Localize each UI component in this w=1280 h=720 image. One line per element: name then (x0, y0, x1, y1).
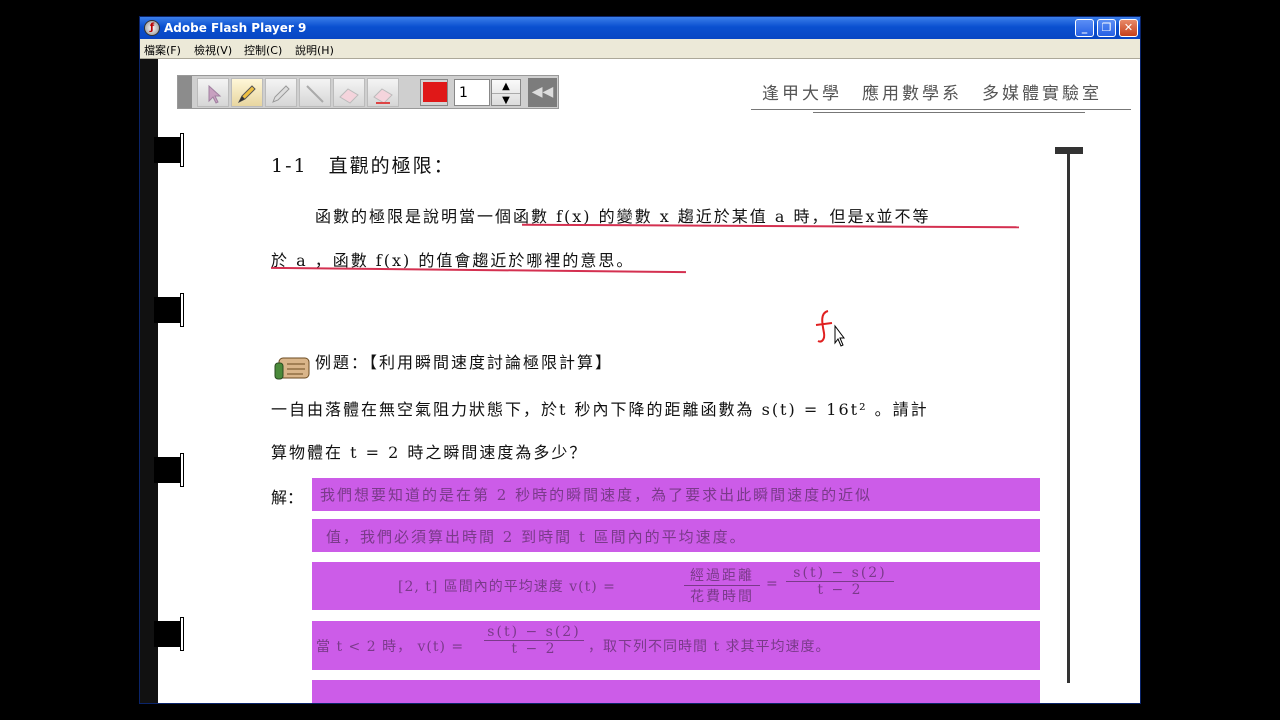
fraction-denominator: 花費時間 (690, 589, 754, 605)
solution-line: 值，我們必須算出時間 2 到時間 t 區間內的平均速度。 (326, 528, 747, 546)
pointer-tool-button[interactable] (197, 78, 229, 107)
solution-highlight: [2, t] 區間內的平均速度 v(t) = 經過距離 花費時間 = s(t) … (312, 562, 1040, 610)
fraction-numerator: 經過距離 (684, 565, 760, 586)
title-bar[interactable]: ƒ Adobe Flash Player 9 _ ❐ ✕ (140, 17, 1140, 39)
header-rule (751, 109, 1131, 110)
header-rule (813, 112, 1085, 113)
clear-eraser-icon (373, 88, 393, 104)
problem-line: 一自由落體在無空氣阻力狀態下，於t 秒內下降的距離函數為 s(t) = 16t²… (271, 400, 929, 419)
line-icon (306, 85, 324, 103)
handwritten-ink (815, 310, 845, 347)
avg-velocity-prefix: [2, t] 區間內的平均速度 v(t) = (398, 579, 616, 595)
fraction-numerator: s(t) − s(2) (786, 565, 894, 582)
flash-player-window: ƒ Adobe Flash Player 9 _ ❐ ✕ 檔案(F) 檢視(V)… (139, 16, 1141, 704)
clear-eraser-tool-button[interactable] (367, 78, 399, 107)
window-title: Adobe Flash Player 9 (164, 21, 307, 35)
binder-ring (154, 617, 184, 651)
when-prefix: 當 t < 2 時， v(t) = (316, 639, 465, 655)
fraction-distance-over-time: 經過距離 花費時間 (684, 565, 760, 606)
menu-control[interactable]: 控制(C) (244, 42, 282, 58)
restore-button[interactable]: ❐ (1097, 19, 1116, 37)
pen-size-input[interactable] (454, 79, 490, 106)
solution-highlight (312, 680, 1040, 703)
pointer-icon (208, 84, 222, 104)
scroll-icon (274, 357, 310, 380)
fraction-difference-quotient: s(t) − s(2) t − 2 (786, 565, 894, 598)
stepper-down-icon[interactable]: ▼ (492, 92, 520, 106)
toolbar-grip (178, 76, 192, 108)
pencil-tool-button[interactable] (231, 78, 263, 107)
equals-sign: = (766, 576, 780, 592)
stepper-up-icon[interactable]: ▲ (492, 80, 520, 93)
header-institution: 逢甲大學 應用數學系 多媒體實驗室 (762, 84, 1102, 104)
fraction-difference-quotient: s(t) − s(2) t − 2 (484, 624, 584, 657)
eraser-tool-button[interactable] (333, 78, 365, 107)
section-title: 1-1 直觀的極限： (271, 155, 455, 177)
drawing-toolbar: ▲ ▼ ◀◀ (177, 75, 559, 109)
fraction-denominator: t − 2 (511, 641, 557, 657)
menu-view[interactable]: 檢視(V) (194, 42, 232, 58)
binder-ring (154, 453, 184, 487)
menu-bar: 檔案(F) 檢視(V) 控制(C) 說明(H) (140, 39, 1140, 59)
pen-color-picker[interactable] (420, 79, 448, 106)
problem-line: 算物體在 t = 2 時之瞬間速度為多少？ (271, 443, 588, 462)
solution-line: 我們想要知道的是在第 2 秒時的瞬間速度，為了要求出此瞬間速度的近似 (320, 486, 873, 504)
highlighter-tool-button[interactable] (265, 78, 297, 107)
menu-file[interactable]: 檔案(F) (144, 42, 181, 58)
line-tool-button[interactable] (299, 78, 331, 107)
solution-highlight: 值，我們必須算出時間 2 到時間 t 區間內的平均速度。 (312, 519, 1040, 552)
highlighter-icon (272, 85, 290, 103)
example-title: 例題：【利用瞬間速度討論極限計算】 (315, 353, 614, 372)
close-button[interactable]: ✕ (1119, 19, 1138, 37)
when-suffix: ，取下列不同時間 t 求其平均速度。 (588, 639, 831, 655)
pencil-icon (237, 85, 256, 104)
solution-label: 解： (271, 488, 304, 507)
solution-highlight: 當 t < 2 時， v(t) = s(t) − s(2) t − 2 ，取下列… (312, 621, 1040, 670)
rewind-button[interactable]: ◀◀ (528, 78, 557, 107)
ink-underline (521, 223, 1020, 229)
binder-ring (154, 293, 184, 327)
flash-stage: ▲ ▼ ◀◀ 逢甲大學 應用數學系 多媒體實驗室 1-1 直觀的極限： 函數的極… (140, 59, 1140, 703)
scroll-track[interactable] (1067, 153, 1070, 683)
solution-highlight: 我們想要知道的是在第 2 秒時的瞬間速度，為了要求出此瞬間速度的近似 (312, 478, 1040, 511)
menu-help[interactable]: 說明(H) (295, 42, 334, 58)
color-swatch (423, 82, 447, 102)
rewind-icon: ◀◀ (531, 84, 554, 100)
pen-size-stepper[interactable]: ▲ ▼ (491, 79, 521, 106)
flash-icon: ƒ (144, 20, 160, 36)
binder-ring (154, 133, 184, 167)
eraser-icon (339, 88, 359, 104)
minimize-button[interactable]: _ (1075, 19, 1094, 37)
fraction-denominator: t − 2 (817, 582, 863, 598)
fraction-numerator: s(t) − s(2) (484, 624, 584, 641)
